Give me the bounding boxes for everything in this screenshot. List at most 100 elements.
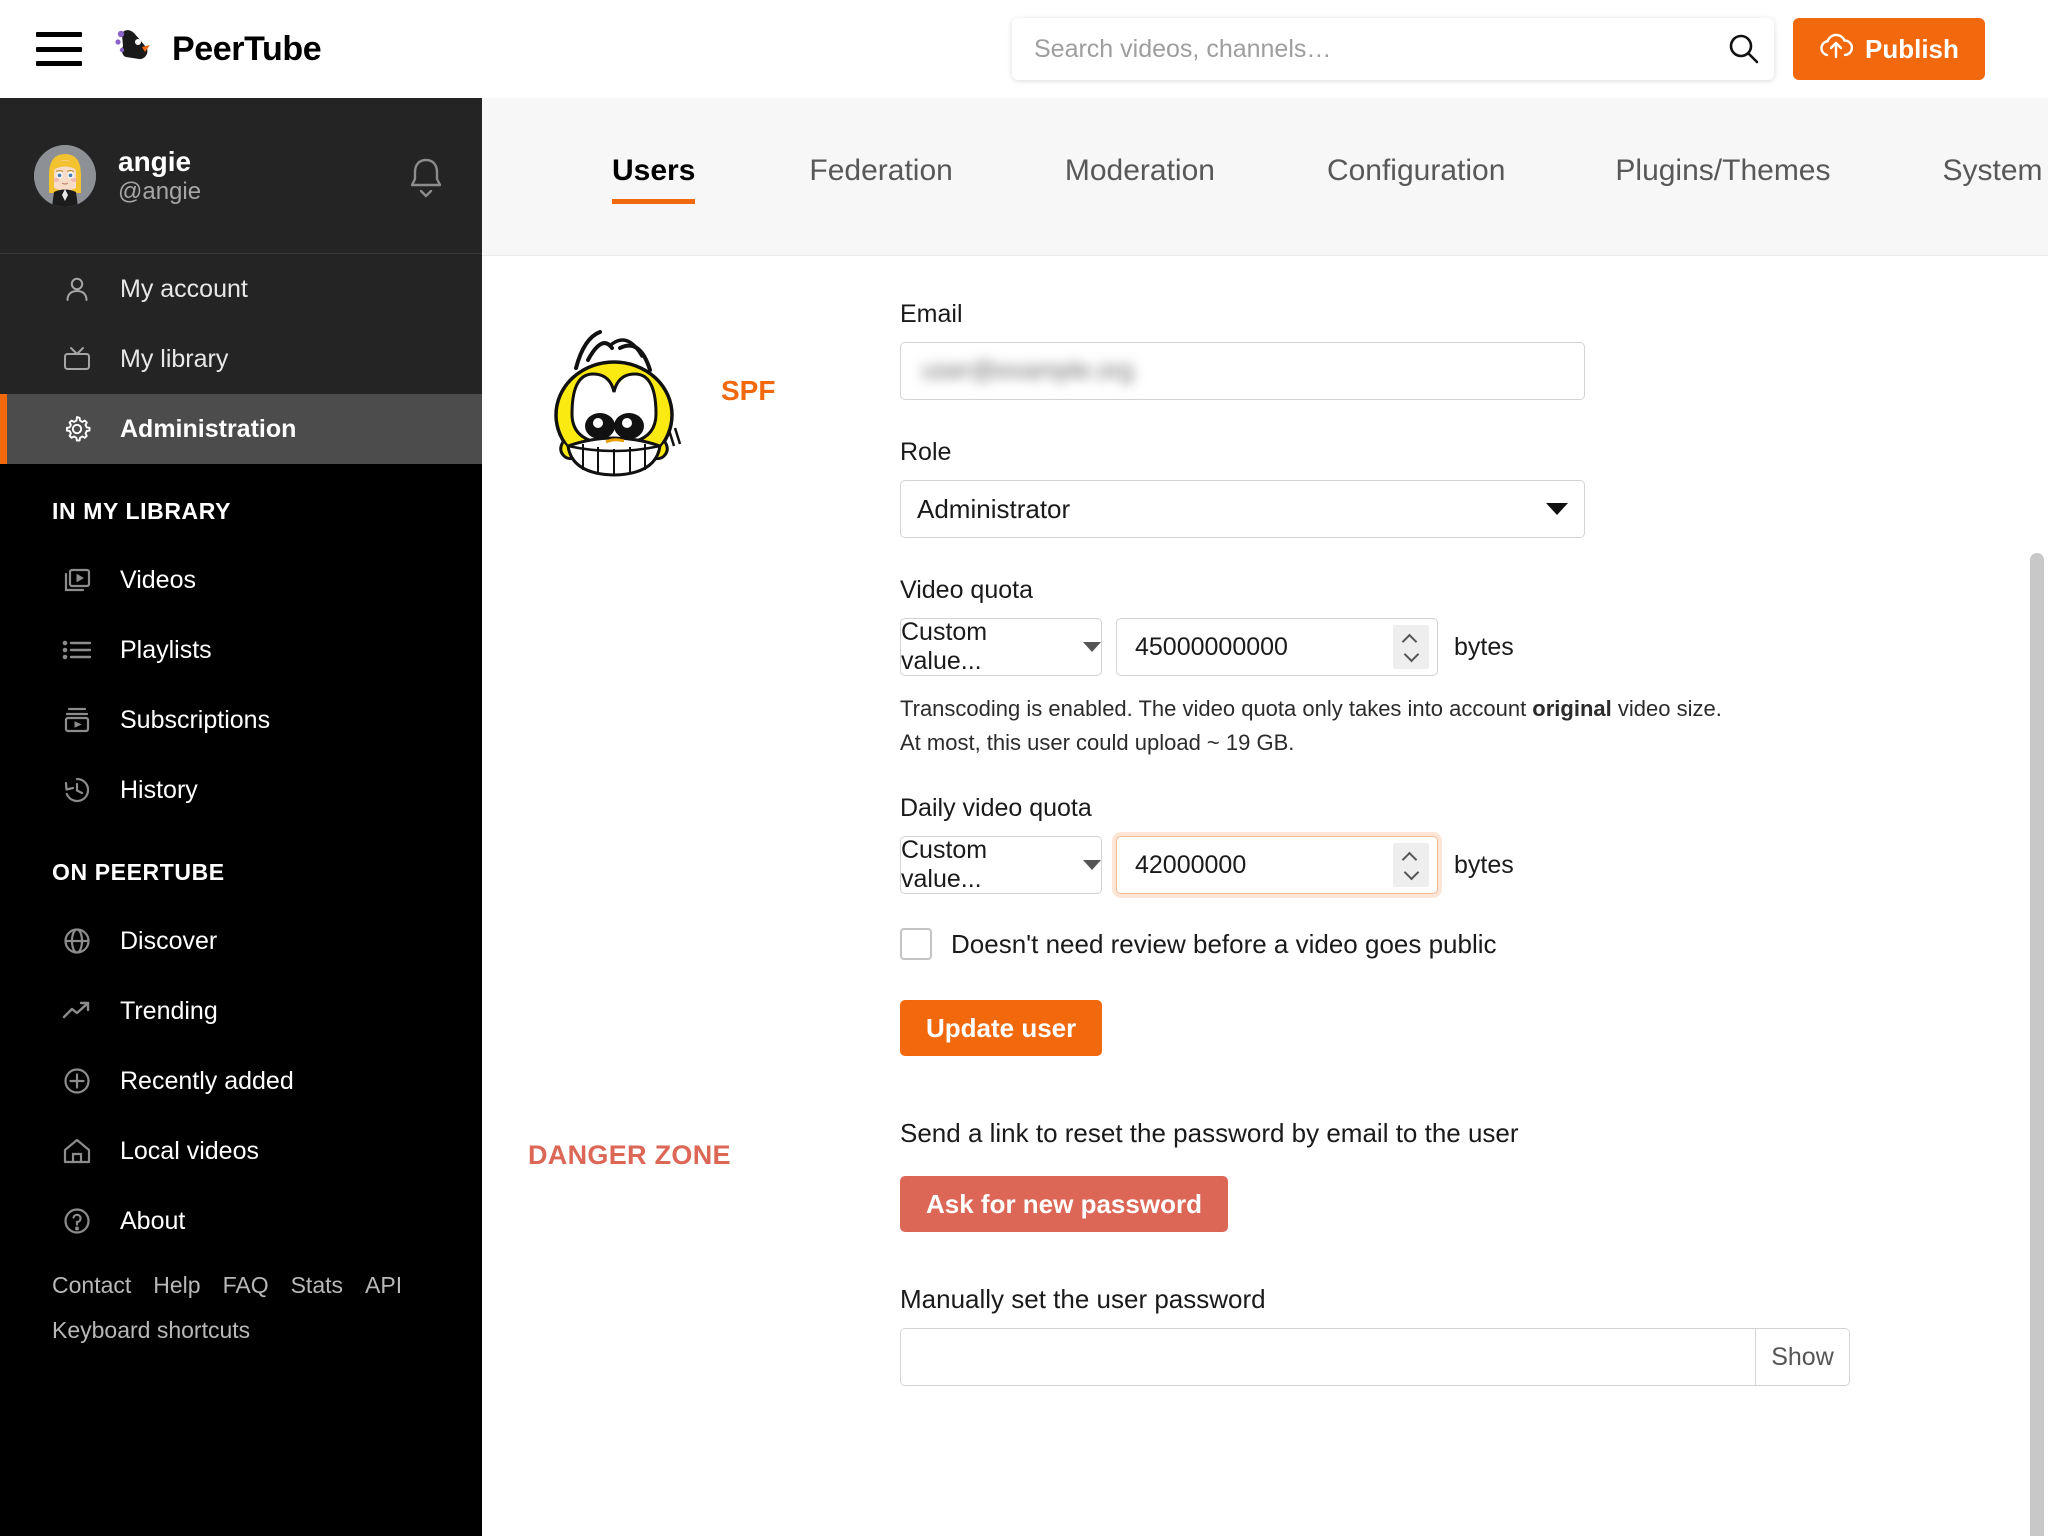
footer-link-help[interactable]: Help bbox=[153, 1272, 200, 1298]
sidebar-user-names: angie @angie bbox=[118, 145, 404, 207]
app-root: PeerTube Publish bbox=[0, 0, 2048, 1536]
daily-quota-input-wrap[interactable] bbox=[1116, 836, 1438, 895]
video-quota-help: Transcoding is enabled. The video quota … bbox=[900, 692, 2048, 760]
review-checkbox-label: Doesn't need review before a video goes … bbox=[951, 928, 1497, 959]
role-selected-value: Administrator bbox=[917, 493, 1071, 524]
chevron-up-icon[interactable] bbox=[1404, 854, 1418, 862]
daily-quota-input[interactable] bbox=[1117, 850, 1393, 880]
main-scrollbar-thumb[interactable] bbox=[2030, 553, 2044, 1536]
tab-plugins-themes[interactable]: Plugins/Themes bbox=[1615, 154, 1830, 204]
manual-password-wrap[interactable]: Show bbox=[900, 1328, 1850, 1387]
videos-icon bbox=[60, 563, 94, 597]
user-fields-column: Email user@example.org Role Administrato… bbox=[900, 300, 2048, 1057]
tab-system[interactable]: System bbox=[1943, 154, 2043, 204]
chevron-down-icon bbox=[1546, 503, 1568, 515]
video-quota-help-line2: At most, this user could upload ~ 19 GB. bbox=[900, 730, 1295, 756]
publish-label: Publish bbox=[1865, 33, 1959, 64]
sidebar-item-local-videos[interactable]: Local videos bbox=[0, 1116, 482, 1186]
email-label: Email bbox=[900, 300, 963, 328]
sidebar-user-handle: @angie bbox=[118, 177, 202, 205]
footer-link-api[interactable]: API bbox=[365, 1272, 402, 1298]
sidebar-item-label: Subscriptions bbox=[120, 705, 271, 734]
daily-quota-stepper[interactable] bbox=[1393, 843, 1429, 888]
role-select[interactable]: Administrator bbox=[900, 480, 1585, 538]
video-quota-label: Video quota bbox=[900, 576, 1033, 604]
sidebar-item-about[interactable]: About bbox=[0, 1186, 482, 1256]
sidebar-item-playlists[interactable]: Playlists bbox=[0, 615, 482, 685]
danger-zone-column: DANGER ZONE bbox=[482, 1118, 900, 1386]
daily-quota-label: Daily video quota bbox=[900, 794, 1092, 823]
tab-federation[interactable]: Federation bbox=[809, 154, 952, 204]
sidebar-item-label: Playlists bbox=[120, 635, 212, 664]
hamburger-icon[interactable] bbox=[36, 32, 82, 66]
search-icon[interactable] bbox=[1714, 32, 1774, 66]
sidebar-item-trending[interactable]: Trending bbox=[0, 976, 482, 1046]
footer-link-contact[interactable]: Contact bbox=[52, 1272, 131, 1298]
daily-quota-preset-value: Custom value... bbox=[901, 836, 988, 894]
sidebar-item-my-account[interactable]: My account bbox=[0, 254, 482, 324]
email-redacted-value: user@example.org bbox=[922, 356, 1134, 385]
role-label: Role bbox=[900, 438, 952, 466]
video-quota-input-wrap[interactable] bbox=[1116, 618, 1438, 676]
sidebar-item-subscriptions[interactable]: Subscriptions bbox=[0, 685, 482, 755]
brand-logo-link[interactable]: PeerTube bbox=[112, 26, 322, 72]
sidebar-item-label: History bbox=[120, 775, 198, 804]
daily-quota-group: Daily video quota Custom value... 420000… bbox=[900, 794, 2048, 895]
sidebar-item-recently-added[interactable]: Recently added bbox=[0, 1046, 482, 1116]
video-quota-unit: bytes bbox=[1454, 632, 1514, 661]
main-scrollbar-track[interactable] bbox=[2026, 256, 2048, 1536]
footer-link-stats[interactable]: Stats bbox=[291, 1272, 343, 1298]
globe-icon bbox=[60, 924, 94, 958]
publish-button[interactable]: Publish bbox=[1793, 18, 1985, 80]
sidebar-item-label: Trending bbox=[120, 996, 218, 1025]
video-quota-help-part2: video size. bbox=[1611, 696, 1722, 721]
tab-users[interactable]: Users bbox=[612, 154, 696, 204]
chevron-down-icon[interactable] bbox=[1404, 651, 1418, 659]
sidebar-item-label: Recently added bbox=[120, 1066, 294, 1095]
sidebar-item-label: Videos bbox=[120, 565, 196, 594]
danger-zone-title: DANGER ZONE bbox=[528, 1140, 731, 1171]
update-user-button[interactable]: Update user bbox=[900, 1000, 1103, 1057]
review-checkbox-row[interactable]: Doesn't need review before a video goes … bbox=[900, 928, 2048, 961]
sidebar-item-discover[interactable]: Discover bbox=[0, 906, 482, 976]
video-quota-help-part1: Transcoding is enabled. The video quota … bbox=[900, 696, 1533, 721]
sidebar-item-label: About bbox=[120, 1206, 186, 1235]
sidebar-username: angie bbox=[118, 145, 192, 177]
search-box[interactable] bbox=[1012, 18, 1774, 80]
video-quota-input[interactable] bbox=[1117, 632, 1393, 662]
sidebar-item-videos[interactable]: Videos bbox=[0, 545, 482, 615]
plus-circle-icon bbox=[60, 1064, 94, 1098]
manual-password-input[interactable] bbox=[901, 1329, 1755, 1386]
tab-configuration[interactable]: Configuration bbox=[1327, 154, 1505, 204]
home-icon bbox=[60, 1134, 94, 1168]
chevron-up-icon[interactable] bbox=[1404, 636, 1418, 644]
sidebar-item-my-library[interactable]: My library bbox=[0, 324, 482, 394]
reset-password-description: Send a link to reset the password by ema… bbox=[900, 1118, 1519, 1149]
review-checkbox[interactable] bbox=[900, 928, 932, 961]
sidebar-user-block[interactable]: angie @angie bbox=[0, 98, 482, 253]
main-content: Users Federation Moderation Configuratio… bbox=[482, 98, 2048, 1536]
sidebar-section-title-library: IN MY LIBRARY bbox=[52, 498, 232, 524]
show-password-button[interactable]: Show bbox=[1755, 1329, 1849, 1386]
ask-new-password-button[interactable]: Ask for new password bbox=[900, 1176, 1228, 1233]
notification-bell-icon[interactable] bbox=[404, 152, 448, 200]
video-quota-group: Video quota Custom value... 45000000000 … bbox=[900, 576, 2048, 760]
chevron-down-icon[interactable] bbox=[1404, 869, 1418, 877]
video-quota-preset-select[interactable]: Custom value... bbox=[900, 618, 1102, 676]
footer-link-faq[interactable]: FAQ bbox=[223, 1272, 269, 1298]
sidebar-item-administration[interactable]: Administration bbox=[0, 394, 482, 464]
daily-quota-preset-select[interactable]: Custom value... bbox=[900, 836, 1102, 895]
manual-password-label: Manually set the user password bbox=[900, 1284, 1266, 1315]
search-input[interactable] bbox=[1012, 18, 1714, 80]
video-quota-preset-value: Custom value... bbox=[901, 618, 988, 675]
sidebar-item-history[interactable]: History bbox=[0, 755, 482, 825]
user-avatar-large[interactable] bbox=[528, 322, 703, 482]
daily-quota-unit: bytes bbox=[1454, 850, 1514, 879]
sidebar-section-title-peertube: ON PEERTUBE bbox=[52, 859, 225, 885]
admin-tabs: Users Federation Moderation Configuratio… bbox=[482, 98, 2048, 256]
role-field-group: Role Administrator bbox=[900, 438, 2048, 538]
tab-moderation[interactable]: Moderation bbox=[1065, 154, 1215, 204]
avatar[interactable] bbox=[34, 144, 96, 207]
video-quota-stepper[interactable] bbox=[1393, 625, 1429, 669]
footer-link-keyboard-shortcuts[interactable]: Keyboard shortcuts bbox=[52, 1317, 250, 1343]
